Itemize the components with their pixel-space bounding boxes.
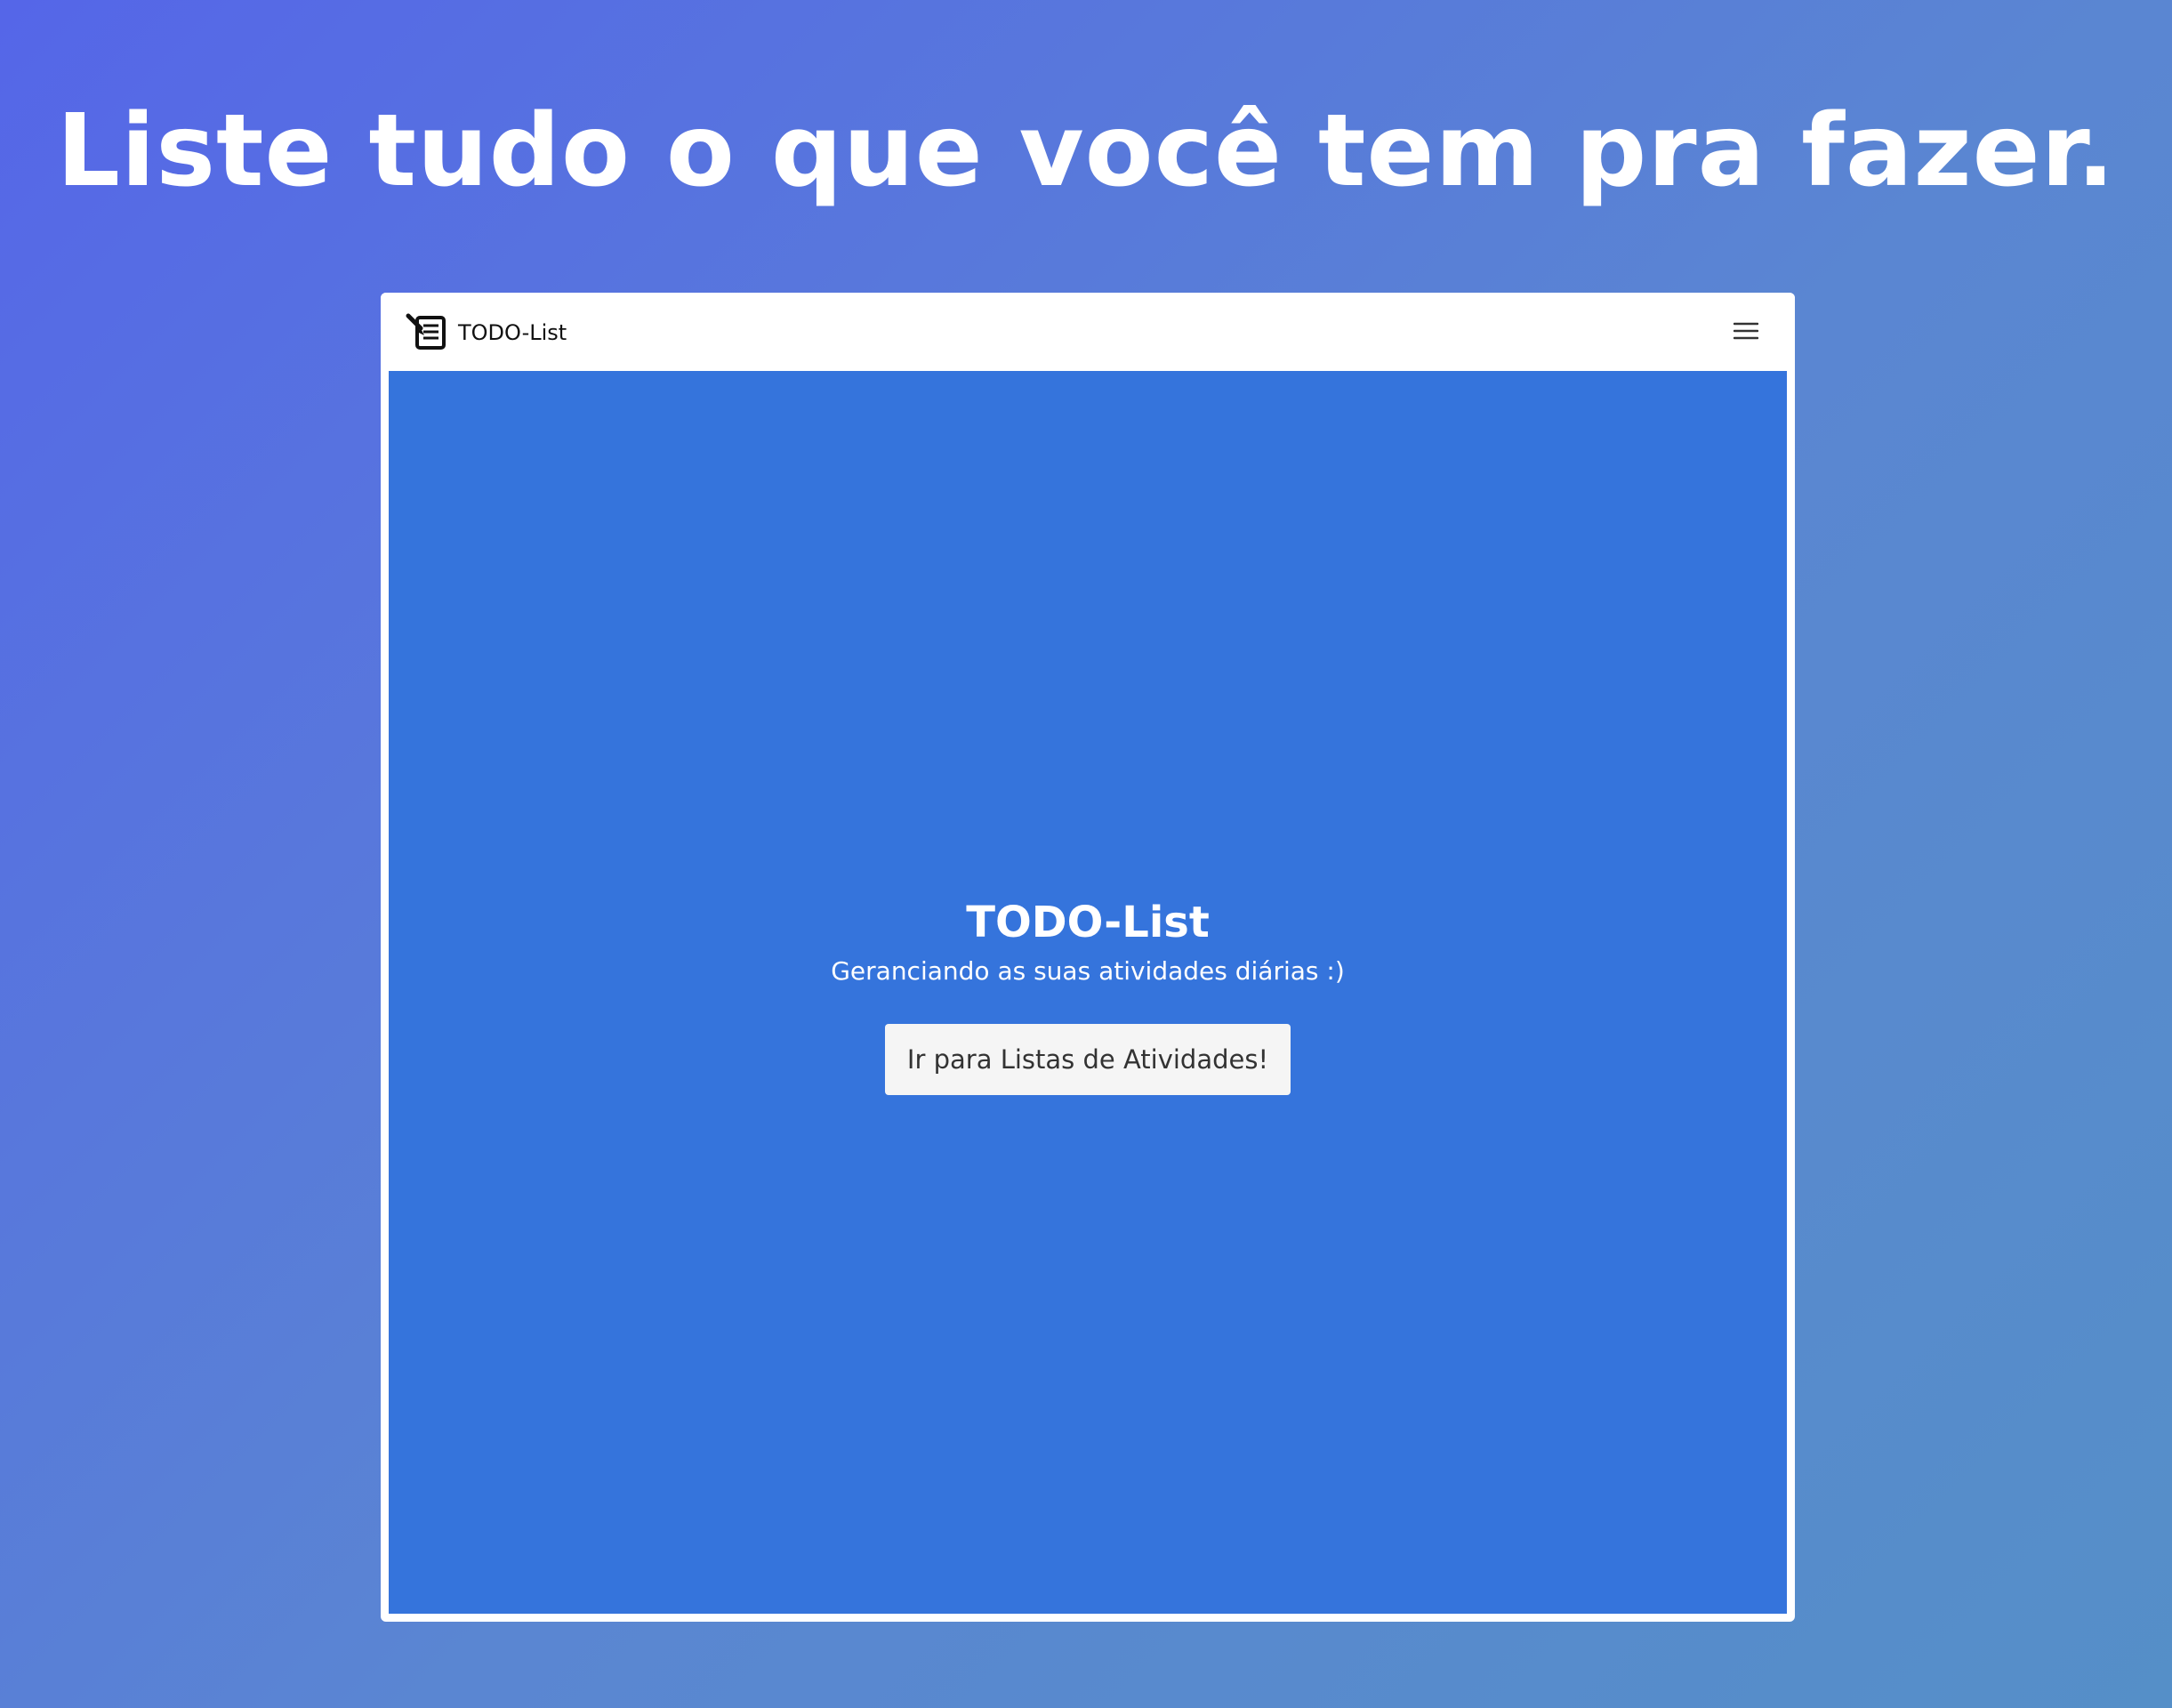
navbar-brand[interactable]: TODO-List xyxy=(405,312,567,353)
hero-subtitle: Geranciando as suas atividades diárias :… xyxy=(831,956,1345,986)
hero-section: TODO-List Geranciando as suas atividades… xyxy=(389,371,1787,1614)
notepad-pencil-icon xyxy=(405,312,451,353)
menu-toggle-button[interactable] xyxy=(1733,319,1759,346)
app-screenshot-frame: TODO-List TODO-List Geranciando as suas … xyxy=(381,293,1795,1622)
hamburger-menu-icon xyxy=(1733,321,1759,345)
navbar: TODO-List xyxy=(381,293,1795,371)
go-to-lists-button[interactable]: Ir para Listas de Atividades! xyxy=(885,1024,1291,1095)
marketing-headline: Liste tudo o que você tem pra fazer. xyxy=(56,93,2116,209)
navbar-brand-label: TODO-List xyxy=(458,320,567,345)
hero-title: TODO-List xyxy=(966,898,1210,947)
